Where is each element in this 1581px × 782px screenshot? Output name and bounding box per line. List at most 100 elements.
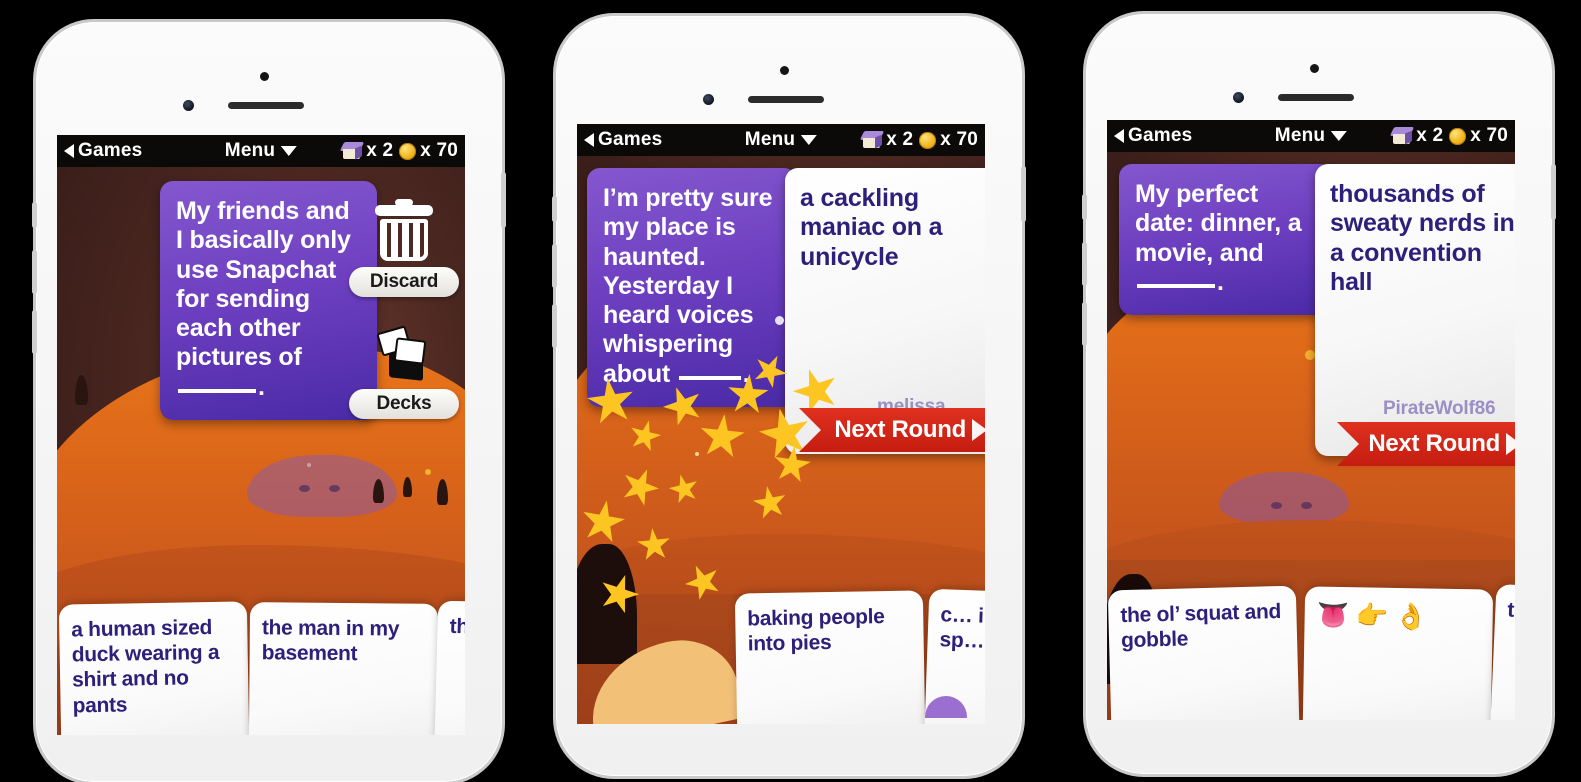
volume-down-button[interactable] <box>1082 302 1087 346</box>
volume-up-button[interactable] <box>552 244 557 288</box>
coin-count: x 70 <box>420 140 458 161</box>
back-to-games-button[interactable]: Games <box>1114 125 1192 147</box>
coin-counter[interactable]: x 70 <box>399 140 458 162</box>
coin-count: x 70 <box>1470 125 1508 146</box>
back-to-games-button[interactable]: Games <box>64 140 142 162</box>
deck-count: x 2 <box>366 140 394 161</box>
deck-count: x 2 <box>1416 125 1444 146</box>
prompt-period: . <box>258 372 265 401</box>
hand-card-text: baking people into pies <box>747 605 885 656</box>
decks-button[interactable]: Decks <box>349 325 459 419</box>
menu-button[interactable]: Menu <box>1275 125 1348 147</box>
prompt-card[interactable]: My friends and I basically only use Snap… <box>160 181 377 420</box>
hand-card-text: t… n… <box>1506 598 1515 625</box>
volume-down-button[interactable] <box>552 304 557 348</box>
card-pin-dot <box>775 316 784 325</box>
mute-switch[interactable] <box>1082 194 1087 220</box>
next-round-label: Next Round <box>834 416 966 443</box>
game-status-bar: Games Menu x 2 x 70 <box>1107 120 1515 152</box>
background-dot <box>695 452 699 456</box>
discard-label: Discard <box>349 267 459 297</box>
phone-2-hand: baking people into pies c… i… c… a… sp… … <box>577 474 985 724</box>
mute-switch[interactable] <box>32 202 37 228</box>
prompt-period: . <box>1217 267 1224 296</box>
back-label: Games <box>1128 125 1193 146</box>
earpiece-speaker <box>228 102 304 109</box>
earpiece-speaker <box>1278 94 1354 101</box>
coin-counter[interactable]: x 70 <box>1449 125 1508 147</box>
menu-button[interactable]: Menu <box>224 140 298 162</box>
phone-3-device: Games Menu x 2 x 70 My perfect date: din… <box>1082 14 1556 774</box>
deck-counter[interactable]: x 2 <box>860 129 913 151</box>
hand-card-text: 👅 👉 👌 <box>1316 599 1428 632</box>
next-round-button[interactable]: Next Round <box>1337 422 1515 466</box>
triangle-left-icon <box>584 133 594 147</box>
game-status-bar: Games Menu x 2 x 70 <box>577 124 985 156</box>
deck-counter[interactable]: x 2 <box>1390 125 1444 147</box>
background-dot <box>425 469 431 475</box>
power-button[interactable] <box>501 172 506 228</box>
menu-label: Menu <box>224 140 276 161</box>
menu-button[interactable]: Menu <box>744 129 818 151</box>
game-status-bar: Games Menu x 2 x 70 <box>57 135 465 167</box>
answer-text: a cackling maniac on a unicycle <box>800 184 943 271</box>
power-button[interactable] <box>1021 166 1026 222</box>
proximity-sensor <box>780 66 789 75</box>
next-round-button[interactable]: Next Round <box>799 408 985 452</box>
answer-text: thousands of sweaty nerds in a conventio… <box>1330 180 1515 296</box>
volume-up-button[interactable] <box>1082 242 1087 286</box>
prompt-blank <box>1137 283 1215 288</box>
hand-card[interactable]: the man in my basement T <box>247 602 439 735</box>
hand-card[interactable]: a human sized duck wearing a shirt and n… <box>58 601 252 735</box>
proximity-sensor <box>260 72 269 81</box>
trash-can-icon <box>375 199 433 261</box>
coin-counter[interactable]: x 70 <box>919 129 978 151</box>
card-deck-icon <box>1390 127 1415 145</box>
prompt-text: My perfect date: dinner, a movie, and <box>1135 180 1302 267</box>
gold-coin-icon <box>919 131 937 149</box>
menu-label: Menu <box>744 129 796 150</box>
hand-card[interactable]: baking people into pies <box>734 590 928 724</box>
phone-3-play-area: My perfect date: dinner, a movie, and . … <box>1107 152 1515 720</box>
power-button[interactable] <box>1551 164 1556 220</box>
screenshot-stage: Games Menu x 2 x 70 My friends and I bas… <box>0 0 1581 782</box>
proximity-sensor <box>1310 64 1319 73</box>
mute-switch[interactable] <box>552 196 557 222</box>
volume-down-button[interactable] <box>32 310 37 354</box>
phone-1-play-area: My friends and I basically only use Snap… <box>57 167 465 735</box>
hand-card[interactable]: the ol’ squat and gobble Yodeleh <box>1107 585 1303 720</box>
play-triangle-icon <box>1506 433 1515 455</box>
triangle-left-icon <box>64 144 74 158</box>
volume-up-button[interactable] <box>32 250 37 294</box>
gold-coin-icon <box>1449 127 1467 145</box>
currency-area: x 2 x 70 <box>1390 125 1508 147</box>
hand-card-text: c… i… c… a… sp… un… <box>939 603 985 655</box>
prompt-blank <box>678 375 741 380</box>
front-camera <box>1233 92 1244 103</box>
back-label: Games <box>78 140 143 161</box>
back-label: Games <box>598 129 663 150</box>
phone-3-screen: Games Menu x 2 x 70 My perfect date: din… <box>1107 120 1515 720</box>
gold-coin-icon <box>399 142 417 160</box>
card-deck-icon <box>860 131 885 149</box>
prompt-text: My friends and I basically only use Snap… <box>176 197 351 372</box>
phone-1-screen: Games Menu x 2 x 70 My friends and I bas… <box>57 135 465 735</box>
currency-area: x 2 x 70 <box>340 140 458 162</box>
prompt-card[interactable]: My perfect date: dinner, a movie, and . <box>1119 164 1333 315</box>
discard-button[interactable]: Discard <box>349 199 459 297</box>
phone-1-hand: a human sized duck wearing a shirt and n… <box>57 485 465 735</box>
next-round-label: Next Round <box>1368 430 1500 457</box>
hand-card[interactable]: 👅 👉 👌 marlee <box>1300 586 1494 720</box>
back-to-games-button[interactable]: Games <box>584 129 662 151</box>
triangle-left-icon <box>1114 129 1124 143</box>
coin-count: x 70 <box>940 129 978 150</box>
hand-card-text: the man in my basement <box>261 616 400 666</box>
answer-author: PirateWolf86 <box>1383 398 1496 419</box>
prompt-blank <box>178 388 256 393</box>
front-camera <box>703 94 714 105</box>
decks-label: Decks <box>349 389 459 419</box>
card-pin-dot <box>1305 350 1315 360</box>
card-decks-icon <box>373 325 435 383</box>
front-camera <box>183 100 194 111</box>
deck-counter[interactable]: x 2 <box>340 140 394 162</box>
